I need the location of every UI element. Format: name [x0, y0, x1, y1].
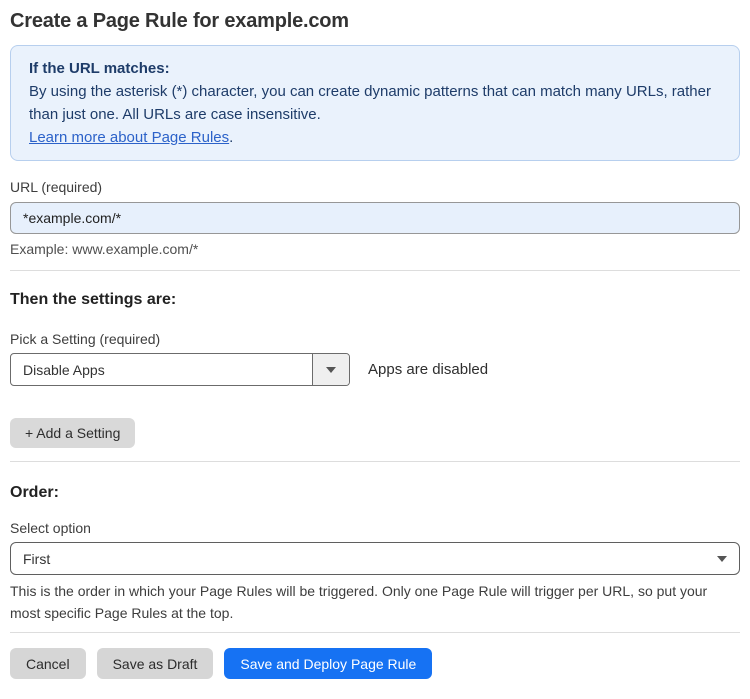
- settings-section-heading: Then the settings are:: [10, 291, 177, 308]
- setting-select[interactable]: Disable Apps: [10, 353, 350, 386]
- info-box-link-line: Learn more about Page Rules.: [29, 126, 721, 149]
- caret-down-icon: [717, 555, 727, 562]
- page-title: Create a Page Rule for example.com: [10, 10, 349, 32]
- info-box-body: By using the asterisk (*) character, you…: [29, 83, 711, 123]
- save-and-deploy-button[interactable]: Save and Deploy Page Rule: [224, 648, 433, 679]
- url-field-label: URL (required): [10, 179, 103, 195]
- setting-select-arrow-button[interactable]: [313, 354, 349, 385]
- setting-select-value[interactable]: Disable Apps: [11, 354, 313, 385]
- url-field-helper: Example: www.example.com/*: [10, 241, 199, 257]
- link-suffix: .: [229, 129, 234, 146]
- learn-more-link[interactable]: Learn more about Page Rules: [29, 129, 229, 146]
- order-select-label: Select option: [10, 520, 91, 536]
- info-box-heading: If the URL matches:: [29, 60, 170, 77]
- url-match-info-box: If the URL matches: By using the asteris…: [10, 45, 740, 161]
- setting-picker-label: Pick a Setting (required): [10, 331, 161, 347]
- caret-down-icon: [326, 366, 336, 373]
- divider: [10, 461, 740, 462]
- order-section-heading: Order:: [10, 484, 59, 501]
- order-helper-text: This is the order in which your Page Rul…: [10, 583, 708, 621]
- url-input[interactable]: [10, 202, 740, 234]
- setting-status-text: Apps are disabled: [368, 361, 489, 378]
- cancel-button[interactable]: Cancel: [10, 648, 86, 679]
- divider: [10, 270, 740, 271]
- divider: [10, 632, 740, 633]
- order-select-value: First: [23, 550, 51, 567]
- setting-row: Disable Apps Apps are disabled: [10, 353, 740, 386]
- footer-actions: Cancel Save as Draft Save and Deploy Pag…: [10, 648, 740, 679]
- save-as-draft-button[interactable]: Save as Draft: [96, 648, 214, 679]
- add-setting-button[interactable]: + Add a Setting: [10, 418, 136, 448]
- order-select[interactable]: First: [10, 542, 740, 575]
